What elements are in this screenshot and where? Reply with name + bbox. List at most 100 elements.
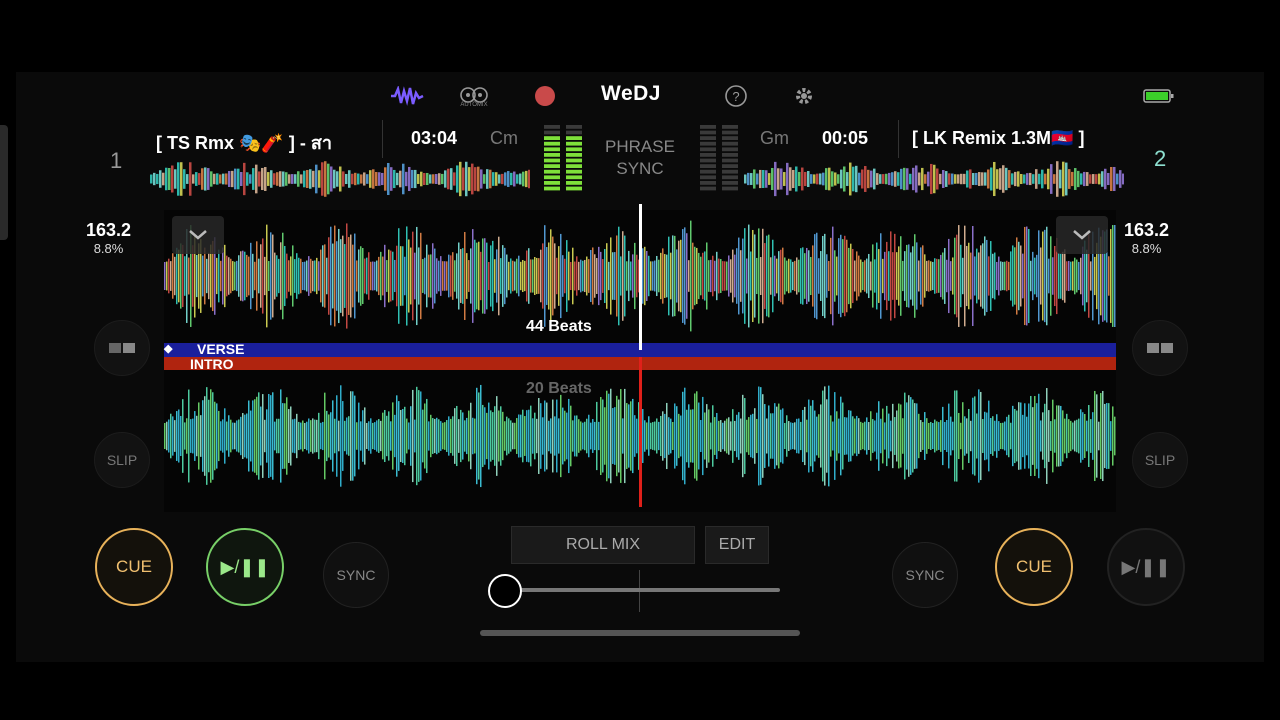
waveform-slice: [294, 174, 297, 184]
waveform-slice: [330, 166, 333, 192]
deck1-chevron-down-icon[interactable]: [172, 216, 224, 254]
deck2-slip-button[interactable]: SLIP: [1132, 432, 1188, 488]
waveform-slice: [861, 169, 864, 189]
waveform-slice: [628, 404, 630, 468]
deck1-pad-mode-button[interactable]: [94, 320, 150, 376]
waveform-slice: [776, 406, 778, 466]
waveform-slice: [868, 422, 870, 450]
edit-button[interactable]: EDIT: [705, 526, 769, 564]
waveform-slice: [1062, 161, 1065, 197]
waveform-slice: [792, 422, 794, 450]
waveform-slice: [374, 422, 376, 450]
waveform-slice: [974, 396, 976, 476]
waveform-slice: [1004, 261, 1006, 291]
waveform-slice: [482, 404, 484, 468]
waveform-slice: [984, 172, 987, 186]
waveform-slice: [596, 258, 598, 294]
waveform-slice: [446, 261, 448, 291]
waveform-slice: [390, 167, 393, 191]
waveform-slice: [860, 421, 862, 451]
waveform-slice: [866, 417, 868, 455]
home-indicator[interactable]: [480, 630, 800, 636]
roll-mix-button[interactable]: ROLL MIX: [511, 526, 695, 564]
waveform-slice: [222, 173, 225, 185]
deck2-sync-button[interactable]: SYNC: [892, 542, 958, 608]
waveform-slice: [486, 169, 489, 189]
waveform-slice: [282, 232, 284, 320]
waveform-slice: [244, 251, 246, 301]
waveform-slice: [888, 251, 890, 301]
waveform-slice: [470, 248, 472, 304]
waveform-slice: [938, 422, 940, 450]
deck1-bpm-display[interactable]: 163.2 8.8%: [86, 220, 131, 256]
deck2-overview-waveform[interactable]: [744, 160, 1124, 198]
waveform-slice: [658, 421, 660, 451]
waveform-slice: [338, 420, 340, 452]
waveform-slice: [996, 414, 998, 458]
waveform-slice: [258, 392, 260, 480]
waveform-slice: [472, 229, 474, 323]
waveform-slice: [368, 421, 370, 451]
waveform-area[interactable]: 44 Beats 20 Beats ◆ VERSE INTRO: [164, 204, 1116, 512]
deck1-slip-button[interactable]: SLIP: [94, 432, 150, 488]
waveform-slice: [774, 255, 776, 297]
waveform-icon[interactable]: [390, 82, 424, 110]
deck1-track-title[interactable]: [ TS Rmx 🎭🧨 ] - สา: [156, 128, 386, 164]
waveform-slice: [342, 171, 345, 187]
waveform-slice: [166, 421, 168, 451]
waveform-slice: [792, 261, 794, 291]
waveform-slice: [1046, 388, 1048, 484]
waveform-slice: [666, 254, 668, 298]
waveform-slice: [568, 251, 570, 301]
waveform-slice: [1066, 261, 1068, 291]
waveform-slice: [1042, 231, 1044, 321]
deck2-bpm-display[interactable]: 163.2 8.8%: [1124, 220, 1169, 256]
waveform-slice: [267, 172, 270, 186]
crossfader-track[interactable]: [504, 588, 780, 592]
waveform-slice: [1077, 170, 1080, 188]
deck2-chevron-down-icon[interactable]: [1056, 216, 1108, 254]
deck2-play-pause-button[interactable]: ▶/❚❚: [1107, 528, 1185, 606]
deck1-overview-waveform[interactable]: [150, 160, 530, 198]
help-icon[interactable]: ?: [719, 82, 753, 110]
settings-icon[interactable]: [787, 82, 821, 110]
automix-icon[interactable]: AUTOMIX: [457, 82, 491, 110]
deck2-pad-mode-button[interactable]: [1132, 320, 1188, 376]
record-icon[interactable]: [528, 82, 562, 110]
waveform-slice: [170, 413, 172, 459]
waveform-slice: [762, 169, 765, 189]
waveform-slice: [872, 244, 874, 308]
waveform-slice: [678, 413, 680, 459]
deck2-cue-button[interactable]: CUE: [995, 528, 1073, 606]
waveform-slice: [204, 247, 206, 305]
phrase-sync-button[interactable]: PHRASE SYNC: [588, 136, 692, 186]
waveform-slice: [456, 253, 458, 299]
side-handle[interactable]: [0, 125, 8, 240]
waveform-slice: [888, 413, 890, 459]
waveform-slice: [580, 421, 582, 451]
waveform-slice: [854, 260, 856, 292]
waveform-slice: [258, 258, 260, 294]
waveform-slice: [234, 168, 237, 190]
deck1-play-pause-button[interactable]: ▶/❚❚: [206, 528, 284, 606]
waveform-slice: [810, 256, 812, 296]
waveform-slice: [246, 172, 249, 186]
waveform-slice: [969, 169, 972, 189]
waveform-slice: [690, 409, 692, 463]
deck1-sync-button[interactable]: SYNC: [323, 542, 389, 608]
deck2-track-title[interactable]: [ LK Remix 1.3M🇰🇭 ]: [912, 128, 1122, 164]
waveform-slice: [909, 173, 912, 185]
crossfader-knob[interactable]: [488, 574, 522, 608]
waveform-slice: [886, 405, 888, 467]
waveform-slice: [814, 410, 816, 462]
waveform-slice: [879, 174, 882, 184]
waveform-slice: [182, 399, 184, 473]
waveform-slice: [930, 163, 933, 195]
waveform-slice: [222, 247, 224, 305]
deck1-cue-button[interactable]: CUE: [95, 528, 173, 606]
waveform-slice: [184, 256, 186, 296]
meter-segment: [544, 130, 560, 135]
waveform-slice: [402, 409, 404, 463]
waveform-slice: [516, 258, 518, 294]
waveform-slice: [1098, 173, 1101, 185]
